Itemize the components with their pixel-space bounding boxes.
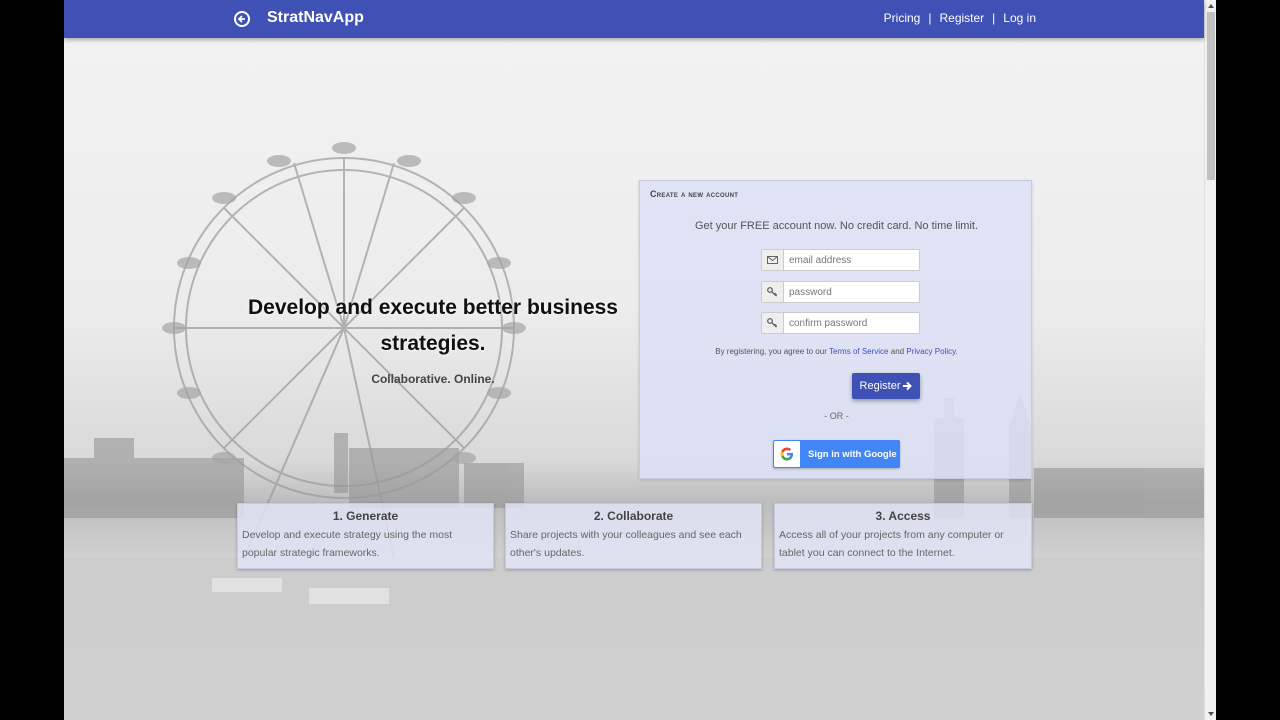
terms-prefix: By registering, you agree to our: [715, 347, 829, 356]
or-divider: - OR -: [824, 411, 849, 421]
letterbox-right: [1216, 0, 1280, 720]
brand-name[interactable]: StratNavApp: [267, 9, 364, 27]
hero-title: Develop and execute better business stra…: [234, 290, 632, 362]
hero-title-line2: strategies.: [380, 332, 486, 355]
top-navbar: StratNavApp Pricing | Register | Log in: [64, 0, 1204, 38]
email-field: [761, 249, 920, 271]
nav-separator: |: [928, 11, 932, 25]
key-icon: [762, 313, 784, 333]
feature-text: Share projects with your colleagues and …: [510, 529, 742, 559]
arrow-right-icon: [903, 381, 913, 391]
key-icon: [762, 282, 784, 302]
hero-title-line1: Develop and execute better business: [248, 296, 618, 319]
browser-viewport: StratNavApp Pricing | Register | Log in …: [64, 0, 1216, 720]
confirm-password-field: [761, 312, 920, 334]
register-button-label: Register: [859, 380, 901, 392]
back-arrow-circle-icon[interactable]: [234, 11, 250, 27]
vertical-scrollbar[interactable]: [1204, 0, 1216, 720]
terms-text: By registering, you agree to our Terms o…: [640, 347, 1033, 356]
terms-suffix: .: [955, 347, 958, 356]
feature-card-collaborate: 2. Collaborate Share projects with your …: [505, 503, 762, 569]
nav-separator: |: [992, 11, 996, 25]
hero-subtitle: Collaborative. Online.: [371, 372, 495, 386]
feature-card-access: 3. Access Access all of your projects fr…: [774, 503, 1032, 569]
register-button[interactable]: Register: [852, 373, 920, 399]
feature-title: 1. Generate: [332, 509, 399, 523]
password-field: [761, 281, 920, 303]
nav-link-pricing[interactable]: Pricing: [884, 11, 921, 25]
nav-links: Pricing | Register | Log in: [884, 11, 1036, 25]
feature-title: 2. Collaborate: [593, 509, 674, 523]
letterbox-left: [0, 0, 64, 720]
google-signin-button[interactable]: Sign in with Google: [773, 440, 900, 468]
google-g-icon: [774, 441, 800, 467]
google-signin-label: Sign in with Google: [808, 448, 897, 460]
feature-text: Access all of your projects from any com…: [779, 529, 1004, 559]
password-input[interactable]: [784, 282, 918, 302]
envelope-icon: [762, 250, 784, 270]
email-input[interactable]: [784, 250, 918, 270]
register-card-title: Create a new account: [650, 189, 739, 199]
scroll-down-icon[interactable]: [1208, 712, 1214, 716]
terms-of-service-link[interactable]: Terms of Service: [829, 347, 889, 356]
terms-and: and: [888, 347, 907, 356]
feature-title: 3. Access: [875, 509, 931, 523]
scroll-thumb[interactable]: [1207, 12, 1215, 180]
confirm-password-input[interactable]: [784, 313, 918, 333]
register-card: Create a new account Get your FREE accou…: [639, 180, 1032, 479]
scroll-up-icon[interactable]: [1208, 4, 1214, 8]
feature-card-generate: 1. Generate Develop and execute strategy…: [237, 503, 494, 569]
feature-text: Develop and execute strategy using the m…: [242, 529, 453, 559]
register-card-subtitle: Get your FREE account now. No credit car…: [694, 220, 979, 232]
privacy-policy-link[interactable]: Privacy Policy: [906, 347, 955, 356]
nav-link-register[interactable]: Register: [939, 11, 984, 25]
nav-link-login[interactable]: Log in: [1003, 11, 1036, 25]
